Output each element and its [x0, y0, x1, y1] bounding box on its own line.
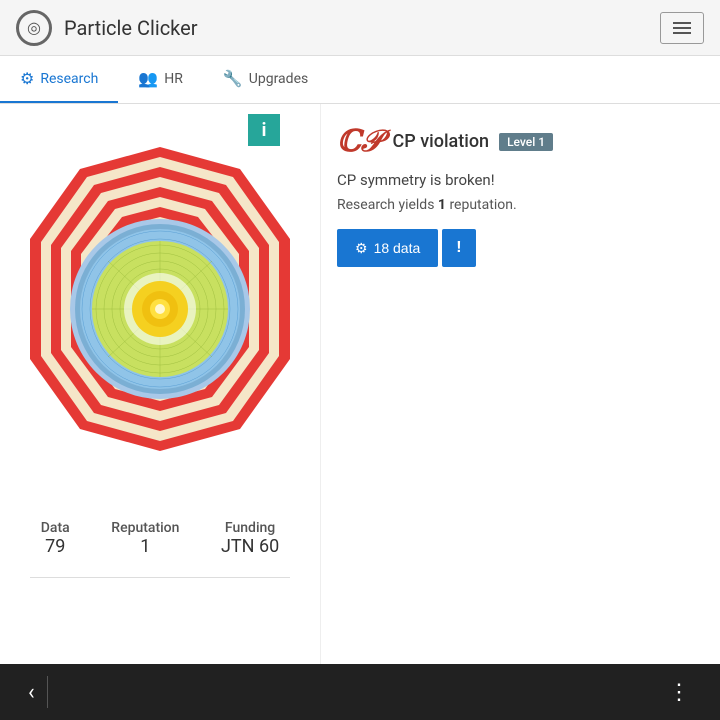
stat-reputation-value: 1 [111, 536, 179, 557]
people-icon: 👥 [138, 69, 158, 88]
stat-funding-value: JTN 60 [221, 536, 279, 557]
main-content: i [0, 104, 720, 664]
stat-funding: Funding JTN 60 [221, 520, 279, 557]
research-description: CP symmetry is broken! [337, 171, 704, 189]
gear-icon: ⚙ [20, 69, 34, 88]
top-bar: ◎ Particle Clicker [0, 0, 720, 56]
particle-visualization[interactable] [15, 114, 305, 504]
research-yield: Research yields 1 reputation. [337, 197, 704, 213]
wrench-icon: 🔧 [223, 69, 243, 88]
stats-divider [30, 577, 290, 578]
bottom-left: ‹ [20, 672, 48, 713]
bottom-bar: ‹ ⋮ [0, 664, 720, 720]
stat-reputation: Reputation 1 [111, 520, 179, 557]
level-badge: Level 1 [499, 133, 553, 151]
research-item-header: ℂ𝒫 CP violation Level 1 [337, 124, 704, 159]
tab-research-label: Research [40, 71, 98, 87]
exclaim-button[interactable]: ! [442, 229, 475, 267]
more-button[interactable]: ⋮ [660, 672, 700, 713]
tab-upgrades-label: Upgrades [249, 71, 308, 87]
app-branding: ◎ Particle Clicker [16, 10, 198, 46]
data-button-label: 18 data [374, 240, 421, 256]
data-button[interactable]: ⚙ 18 data [337, 229, 438, 267]
stat-reputation-label: Reputation [111, 520, 179, 536]
exclamation-icon: ! [456, 239, 461, 256]
back-button[interactable]: ‹ [20, 672, 43, 713]
tab-upgrades[interactable]: 🔧 Upgrades [203, 56, 328, 103]
info-badge[interactable]: i [248, 114, 280, 146]
logo-symbol: ◎ [27, 18, 41, 37]
yield-text: Research yields [337, 197, 434, 213]
yield-suffix: reputation. [449, 197, 516, 213]
cp-icon: ℂ𝒫 [337, 124, 383, 159]
gear-small-icon: ⚙ [355, 240, 368, 257]
hamburger-button[interactable] [660, 12, 704, 44]
action-buttons: ⚙ 18 data ! [337, 229, 704, 267]
left-panel: i [0, 104, 320, 664]
stat-data-value: 79 [41, 536, 70, 557]
particle-svg [15, 129, 305, 489]
bottom-divider [47, 676, 48, 708]
app-logo: ◎ [16, 10, 52, 46]
stat-funding-label: Funding [221, 520, 279, 536]
research-title: CP violation [393, 131, 490, 152]
yield-value: 1 [438, 197, 446, 213]
app-title: Particle Clicker [64, 16, 198, 40]
stat-data-label: Data [41, 520, 70, 536]
right-panel: ℂ𝒫 CP violation Level 1 CP symmetry is b… [320, 104, 720, 664]
tab-bar: ⚙ Research 👥 HR 🔧 Upgrades [0, 56, 720, 104]
stat-data: Data 79 [41, 520, 70, 557]
research-item-cp: ℂ𝒫 CP violation Level 1 CP symmetry is b… [337, 124, 704, 267]
tab-hr[interactable]: 👥 HR [118, 56, 203, 103]
tab-research[interactable]: ⚙ Research [0, 56, 118, 103]
tab-hr-label: HR [164, 71, 183, 87]
stats-row: Data 79 Reputation 1 Funding JTN 60 [0, 504, 320, 567]
